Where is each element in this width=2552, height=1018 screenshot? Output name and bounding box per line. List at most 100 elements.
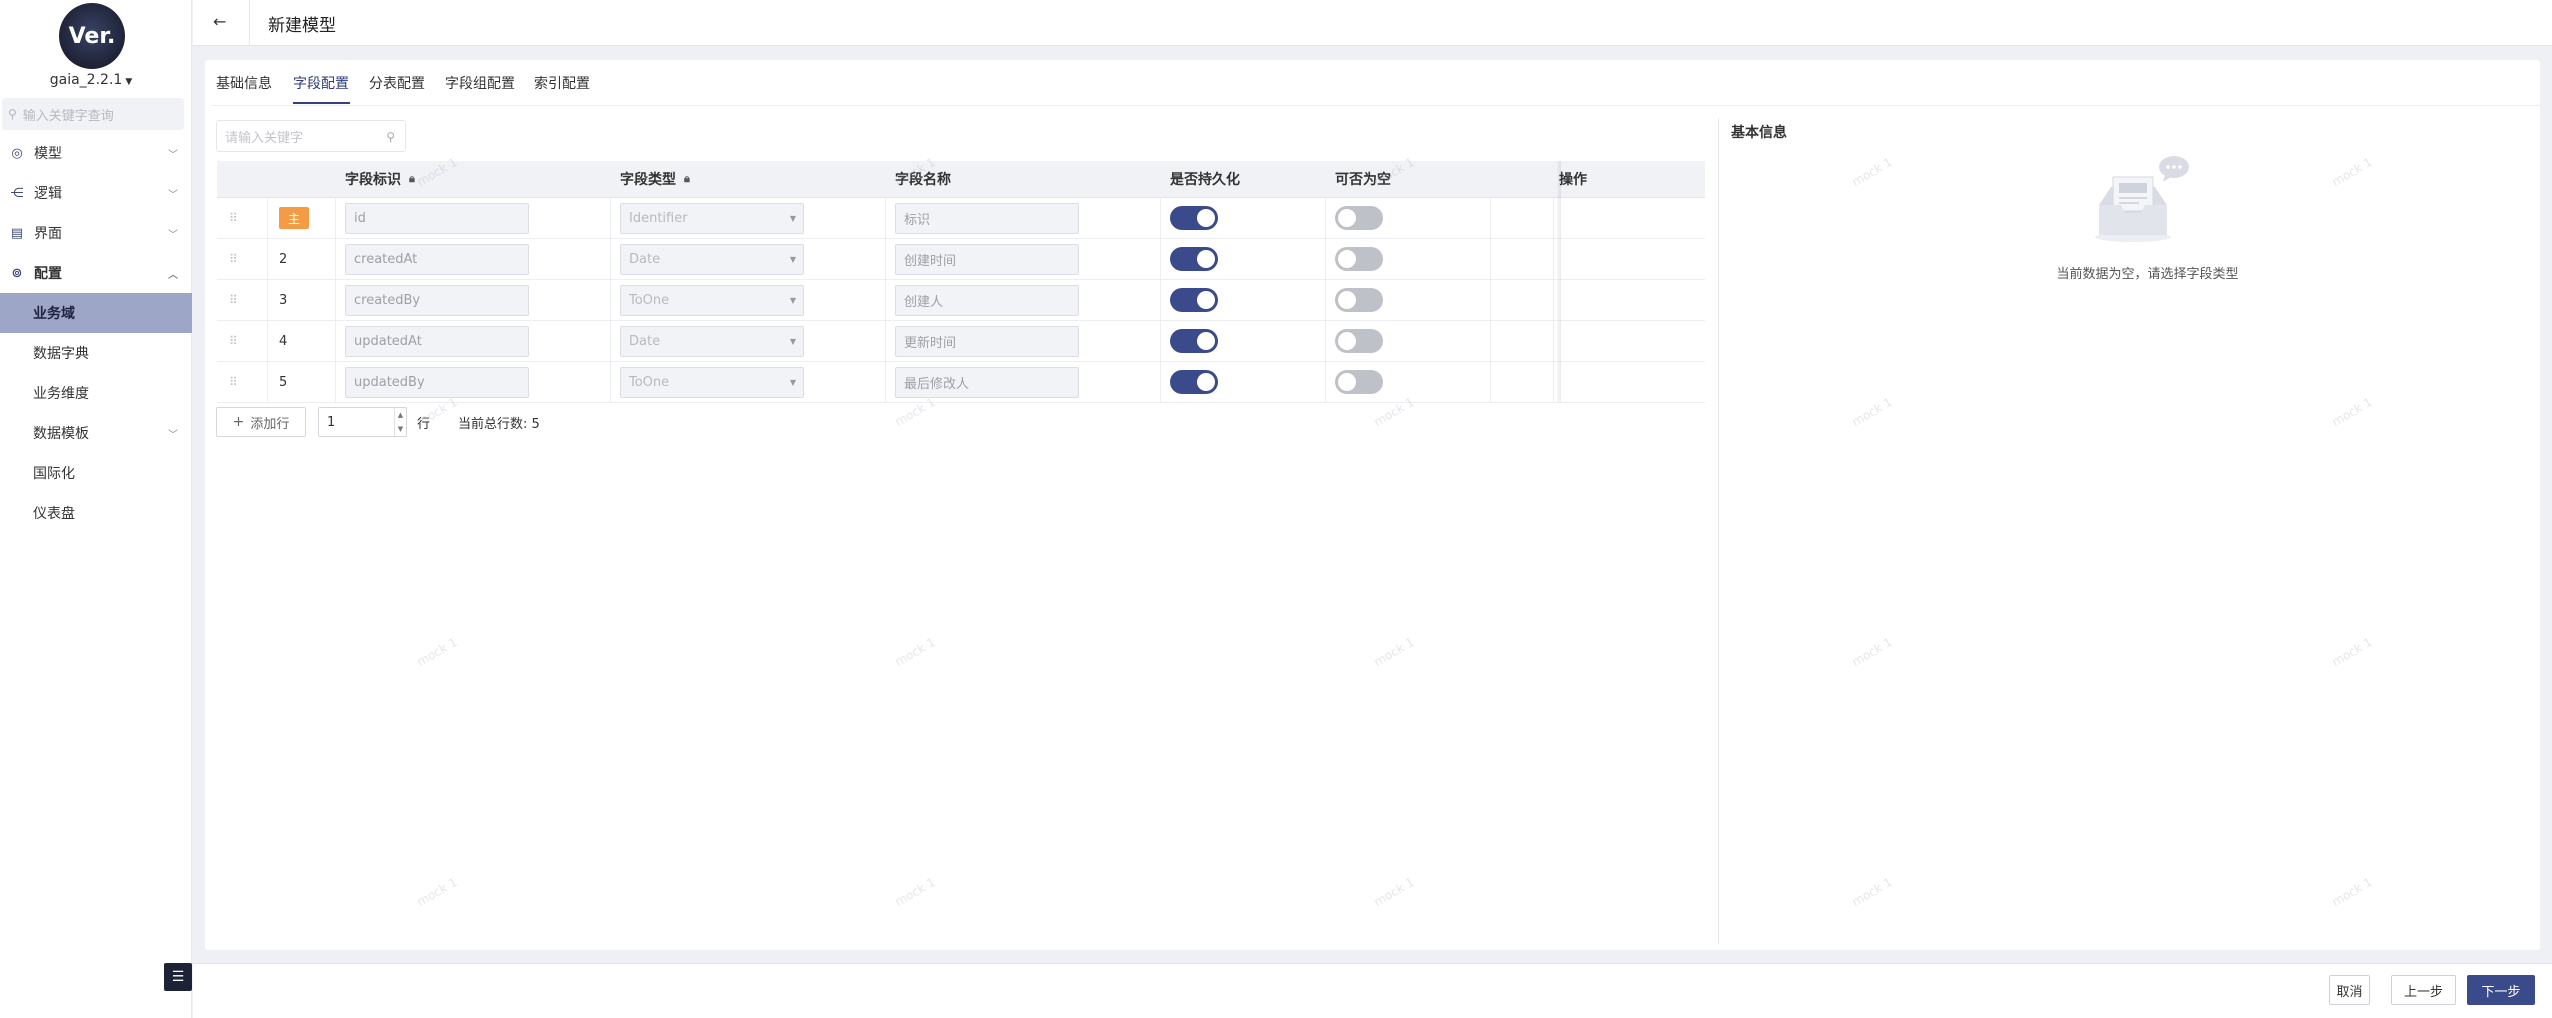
- caret-down-icon: ▼: [789, 254, 796, 264]
- column-divider: [335, 280, 336, 320]
- drag-handle[interactable]: ⠿: [229, 198, 238, 238]
- add-row-count-input[interactable]: 1 ▲ ▼: [318, 407, 407, 437]
- sidebar-subitem-label: 数据模板: [33, 426, 89, 442]
- search-icon: ⚲: [8, 107, 17, 121]
- field-type-cell: Date ▼: [620, 239, 804, 279]
- field-name-input[interactable]: 最后修改人: [895, 366, 1079, 398]
- tab-field-config[interactable]: 字段配置: [293, 73, 349, 93]
- row-number: 3: [279, 292, 288, 308]
- column-divider: [1325, 280, 1326, 320]
- sidebar-item-model[interactable]: ◎ 模型 ﹀: [0, 133, 192, 173]
- drag-handle[interactable]: ⠿: [229, 280, 238, 320]
- sidebar-subitem-business-dimension[interactable]: 业务维度: [0, 373, 192, 413]
- sidebar-subitem-i18n[interactable]: 国际化: [0, 453, 192, 493]
- row-index-cell: 2: [279, 239, 287, 279]
- column-divider: [1160, 239, 1161, 279]
- field-id-input[interactable]: updatedBy: [345, 366, 529, 398]
- column-header-field-id: 字段标识 🔒︎: [345, 172, 415, 188]
- version-selector[interactable]: gaia_2.2.1 ▼: [0, 72, 182, 88]
- tab-basic-info[interactable]: 基础信息: [216, 73, 272, 93]
- field-id-input[interactable]: id: [345, 202, 529, 234]
- sidebar-item-logic[interactable]: ⋲ 逻辑 ﹀: [0, 173, 192, 213]
- column-divider: [610, 321, 611, 361]
- model-icon: ◎: [11, 145, 23, 161]
- footer-bar: 取消 上一步 下一步: [193, 963, 2552, 1018]
- step-down-icon[interactable]: ▼: [398, 425, 403, 433]
- toggle-knob: [1197, 373, 1215, 391]
- empty-state-text: 当前数据为空，请选择字段类型: [2056, 267, 2239, 282]
- column-divider: [1325, 362, 1326, 402]
- search-icon: ⚲: [386, 130, 395, 144]
- previous-step-button[interactable]: 上一步: [2391, 975, 2456, 1005]
- field-name-input[interactable]: 更新时间: [895, 325, 1079, 357]
- field-name-input[interactable]: 创建时间: [895, 243, 1079, 275]
- toggle-knob: [1338, 332, 1356, 350]
- field-id-input[interactable]: updatedAt: [345, 325, 529, 357]
- number-stepper[interactable]: ▲ ▼: [394, 408, 406, 436]
- column-divider: [610, 280, 611, 320]
- persist-toggle[interactable]: [1170, 247, 1218, 271]
- sidebar-subitem-data-template[interactable]: 数据模板 ﹀: [0, 413, 192, 453]
- sidebar-search-input[interactable]: ⚲ 输入关键字查询: [2, 98, 184, 130]
- table-search-input[interactable]: 请输入关键字 ⚲: [216, 120, 406, 152]
- add-row-button[interactable]: + 添加行: [216, 407, 306, 437]
- field-name-input[interactable]: 标识: [895, 202, 1079, 234]
- toggle-knob: [1197, 291, 1215, 309]
- persist-toggle[interactable]: [1170, 370, 1218, 394]
- persist-toggle[interactable]: [1170, 288, 1218, 312]
- sidebar-subitem-business-domain[interactable]: 业务域: [0, 293, 192, 333]
- drag-handle[interactable]: ⠿: [229, 362, 238, 402]
- nullable-toggle[interactable]: [1335, 206, 1383, 230]
- table-header-row: 字段标识 🔒︎ 字段类型 🔒︎ 字段名称 是否持久化 可否为空 操作: [217, 161, 1705, 198]
- field-type-select[interactable]: ToOne ▼: [620, 366, 804, 398]
- tab-field-group-config[interactable]: 字段组配置: [445, 73, 515, 93]
- sidebar-subitem-data-dictionary[interactable]: 数据字典: [0, 333, 192, 373]
- row-index-cell: 3: [279, 280, 287, 320]
- field-name-cell: 更新时间: [895, 321, 1079, 361]
- cancel-button[interactable]: 取消: [2329, 975, 2370, 1005]
- field-type-value: ToOne: [629, 374, 670, 390]
- nullable-cell: [1335, 198, 1383, 238]
- caret-down-icon: ▼: [789, 336, 796, 346]
- tab-sharding-config[interactable]: 分表配置: [369, 73, 425, 93]
- collapse-sidebar-button[interactable]: ☰: [164, 963, 192, 991]
- nullable-toggle[interactable]: [1335, 247, 1383, 271]
- drag-handle[interactable]: ⠿: [229, 321, 238, 361]
- field-type-select[interactable]: ToOne ▼: [620, 284, 804, 316]
- persist-toggle[interactable]: [1170, 206, 1218, 230]
- app-logo[interactable]: Ver.: [59, 3, 125, 69]
- next-step-button[interactable]: 下一步: [2467, 975, 2535, 1005]
- row-index-cell: 5: [279, 362, 287, 402]
- sidebar-search-placeholder: 输入关键字查询: [22, 108, 114, 124]
- tab-index-config[interactable]: 索引配置: [534, 73, 590, 93]
- caret-down-icon: ▼: [789, 213, 796, 223]
- row-unit-label: 行: [417, 417, 431, 432]
- drag-handle[interactable]: ⠿: [229, 239, 238, 279]
- sidebar-subitem-label: 数据字典: [33, 346, 89, 362]
- field-id-input[interactable]: createdAt: [345, 243, 529, 275]
- sidebar-subitem-label: 国际化: [33, 466, 75, 482]
- row-number: 2: [279, 251, 288, 267]
- nullable-toggle[interactable]: [1335, 288, 1383, 312]
- field-type-value: Identifier: [629, 210, 688, 226]
- sidebar-item-config[interactable]: ⊚ 配置 ︿: [0, 253, 192, 293]
- column-divider: [610, 239, 611, 279]
- field-id-input[interactable]: createdBy: [345, 284, 529, 316]
- persist-cell: [1170, 362, 1218, 402]
- persist-toggle[interactable]: [1170, 329, 1218, 353]
- nullable-toggle[interactable]: [1335, 329, 1383, 353]
- sidebar-item-interface[interactable]: ▤ 界面 ﹀: [0, 213, 192, 253]
- column-divider: [885, 280, 886, 320]
- step-up-icon[interactable]: ▲: [398, 411, 403, 419]
- sidebar-subitem-dashboard[interactable]: 仪表盘: [0, 493, 192, 533]
- back-arrow-icon[interactable]: ←: [213, 12, 226, 31]
- field-type-select[interactable]: Date ▼: [620, 243, 804, 275]
- field-name-input[interactable]: 创建人: [895, 284, 1079, 316]
- nullable-toggle[interactable]: [1335, 370, 1383, 394]
- chevron-down-icon: ﹀: [168, 149, 178, 161]
- fixed-column-shadow: [1557, 161, 1561, 402]
- sidebar-subitem-label: 业务维度: [33, 386, 89, 402]
- field-type-select[interactable]: Identifier ▼: [620, 202, 804, 234]
- field-type-select[interactable]: Date ▼: [620, 325, 804, 357]
- row-number: 5: [279, 374, 288, 390]
